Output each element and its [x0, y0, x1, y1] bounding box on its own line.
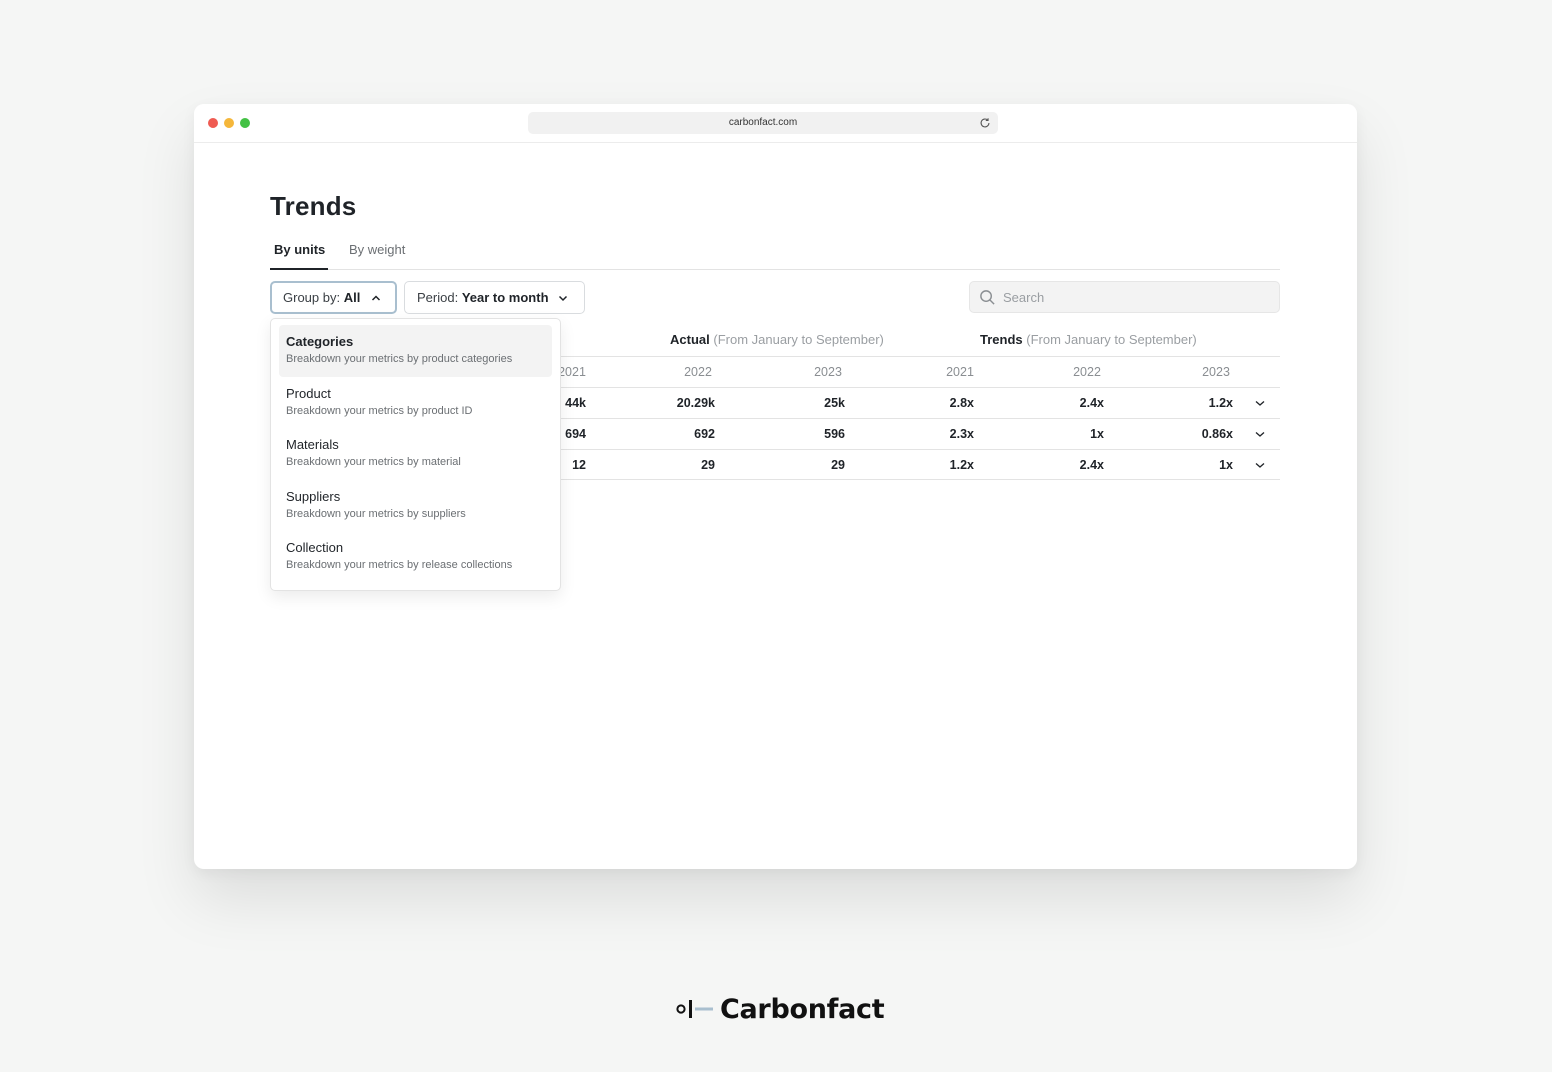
- chevron-down-icon[interactable]: [1254, 428, 1266, 440]
- menu-item-title: Collection: [286, 540, 344, 555]
- table-cell: 0.86x: [1201, 427, 1233, 441]
- window-controls: [208, 118, 250, 128]
- table-cell: 2.3x: [949, 427, 974, 441]
- period-value: Year to month: [461, 290, 549, 305]
- table-cell: 692: [694, 427, 715, 441]
- chevron-down-icon[interactable]: [1254, 397, 1266, 409]
- menu-item-title: Categories: [286, 334, 354, 349]
- group-by-menu: Categories Breakdown your metrics by pro…: [270, 318, 561, 591]
- column-header: 2023: [1202, 365, 1230, 379]
- actual-range: (From January to September): [713, 332, 884, 347]
- menu-item-description: Breakdown your metrics by suppliers: [286, 507, 466, 520]
- table-cell: 1.2x: [949, 458, 974, 472]
- table-cell: 20.29k: [676, 396, 715, 410]
- menu-item-title: Suppliers: [286, 488, 341, 504]
- address-bar[interactable]: carbonfact.com: [528, 112, 998, 134]
- table-cell: 1x: [1219, 458, 1233, 472]
- table-cell: 1x: [1090, 427, 1104, 441]
- tab-by-weight[interactable]: By weight: [349, 236, 405, 270]
- menu-item-description: Breakdown your metrics by product ID: [286, 404, 473, 417]
- chevron-up-icon: [371, 295, 381, 301]
- column-header: 2021: [946, 365, 974, 379]
- menu-item-collection[interactable]: Collection Breakdown your metrics by rel…: [279, 531, 552, 583]
- trends-column-group-header: Trends (From January to September): [980, 332, 1197, 347]
- maximize-window-button[interactable]: [240, 118, 250, 128]
- table-cell: 29: [701, 458, 715, 472]
- chevron-down-icon: [558, 295, 568, 302]
- actual-title: Actual: [670, 332, 710, 347]
- actual-column-group-header: Actual (From January to September): [670, 332, 884, 347]
- table-cell: 2.4x: [1079, 458, 1104, 472]
- carbonfact-logo-icon: [676, 1000, 713, 1018]
- group-by-label: Group by:: [283, 290, 341, 305]
- menu-item-description: Breakdown your metrics by material: [286, 456, 461, 468]
- group-by-dropdown[interactable]: Group by: All: [270, 281, 397, 314]
- table-cell: 596: [824, 427, 845, 441]
- menu-item-description: Breakdown your metrics by product catego…: [286, 353, 513, 365]
- table-cell: 25k: [824, 396, 845, 410]
- brand-footer: Carbonfact: [676, 992, 885, 1026]
- menu-item-categories[interactable]: Categories Breakdown your metrics by pro…: [279, 325, 552, 377]
- period-label: Period:: [417, 290, 459, 305]
- column-header: 2022: [684, 365, 712, 379]
- table-cell: 2.8x: [949, 396, 974, 410]
- table-cell: 1.2x: [1208, 396, 1233, 410]
- menu-item-title: Product: [286, 385, 331, 401]
- menu-item-suppliers[interactable]: Suppliers Breakdown your metrics by supp…: [279, 480, 552, 532]
- chevron-down-icon[interactable]: [1254, 459, 1266, 471]
- reload-icon[interactable]: [978, 116, 992, 130]
- minimize-window-button[interactable]: [224, 118, 234, 128]
- url-text: carbonfact.com: [728, 117, 798, 128]
- browser-toolbar: carbonfact.com: [194, 104, 1357, 143]
- trends-title: Trends: [980, 332, 1023, 347]
- table-cell: 2.4x: [1079, 396, 1104, 410]
- trends-range: (From January to September): [1026, 332, 1197, 347]
- group-by-value: All: [343, 290, 361, 305]
- tab-bar: By units By weight: [270, 236, 1280, 270]
- brand-name: Carbonfact: [720, 993, 885, 1025]
- search-box: [969, 281, 1280, 313]
- menu-item-product[interactable]: Product Breakdown your metrics by produc…: [279, 377, 552, 429]
- browser-window: carbonfact.com Trends By units By weight…: [194, 104, 1357, 869]
- page-title: Trends: [270, 191, 357, 221]
- period-dropdown[interactable]: Period: Year to month: [404, 281, 585, 314]
- search-input[interactable]: [1003, 282, 1273, 312]
- menu-item-description: Breakdown your metrics by release collec…: [286, 559, 513, 571]
- column-header: 2022: [1073, 365, 1101, 379]
- tab-by-units[interactable]: By units: [270, 236, 328, 270]
- column-header: 2023: [814, 365, 842, 379]
- close-window-button[interactable]: [208, 118, 218, 128]
- menu-item-materials[interactable]: Materials Breakdown your metrics by mate…: [279, 428, 552, 480]
- table-cell: 29: [831, 458, 845, 472]
- menu-item-title: Materials: [286, 437, 339, 452]
- search-icon: [980, 290, 995, 305]
